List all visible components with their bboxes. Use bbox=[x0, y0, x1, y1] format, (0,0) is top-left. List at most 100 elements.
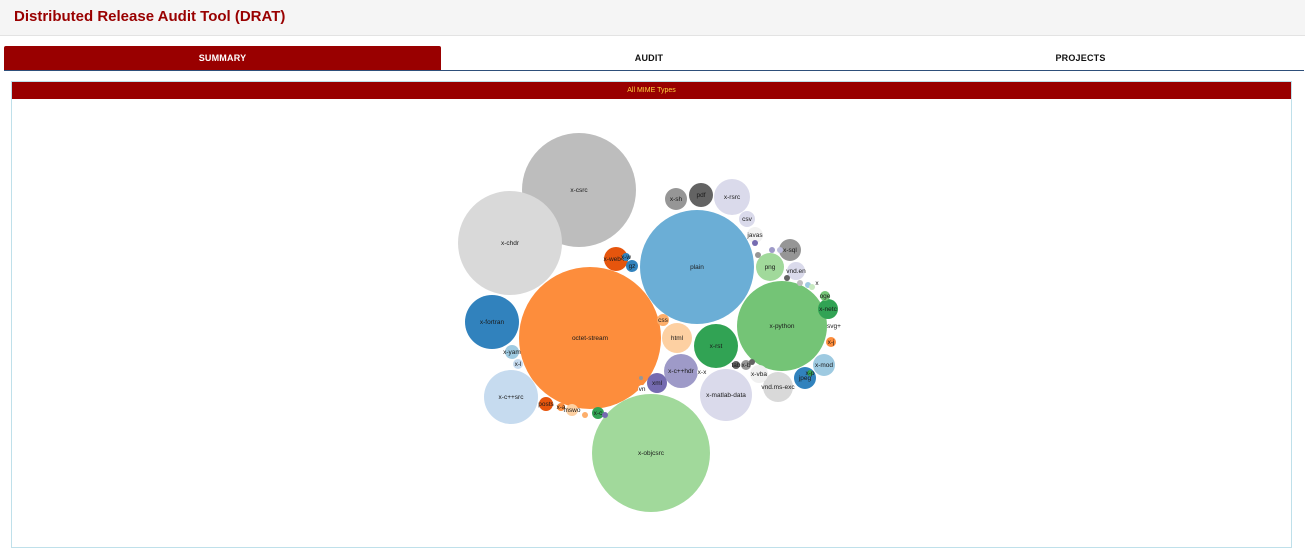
tab-projects[interactable]: PROJECTS bbox=[857, 46, 1304, 70]
bubble-unlabeled[interactable] bbox=[749, 359, 755, 365]
app-header: Distributed Release Audit Tool (DRAT) bbox=[0, 0, 1305, 36]
bubble-label: x-j bbox=[828, 339, 835, 346]
bubble-x-vba[interactable]: x-vba bbox=[750, 365, 768, 383]
bubble-label: x-netc bbox=[819, 306, 837, 313]
bubble-label: vnd.ms-exc bbox=[761, 384, 795, 391]
bubble-xml[interactable]: xml bbox=[647, 373, 667, 393]
bubble-label: pdf bbox=[696, 192, 705, 199]
bubble-circle[interactable] bbox=[639, 376, 643, 380]
bubble-x-fortran[interactable]: x-fortran bbox=[465, 295, 519, 349]
bubble-csv[interactable]: csv bbox=[739, 211, 755, 227]
bubble-x-c-hdr[interactable]: x-c++hdr bbox=[664, 354, 698, 388]
bubble-label: x-sql bbox=[783, 247, 797, 254]
bubble-x-c-src[interactable]: x-c++src bbox=[484, 370, 538, 424]
bubble-unlabeled[interactable] bbox=[809, 284, 815, 290]
mime-bubble-chart: octet-stream plain x-objcsrc x-csrc x-chdr x-… bbox=[458, 133, 841, 512]
bubble-x-p[interactable]: x-p bbox=[805, 370, 815, 377]
bubble-circle[interactable] bbox=[805, 341, 809, 345]
bubble-x-l[interactable]: x-l bbox=[513, 359, 523, 369]
bubble-tab[interactable]: tab bbox=[731, 361, 741, 369]
bubble-circle[interactable] bbox=[755, 252, 761, 258]
bubble-circle[interactable] bbox=[797, 280, 803, 286]
bubble-label: plain bbox=[690, 264, 704, 271]
mime-types-panel: All MIME Types octet-stream plain x-objcsr… bbox=[11, 81, 1292, 548]
bubble-label: x-p bbox=[805, 370, 814, 377]
bubble-label: html bbox=[671, 335, 684, 342]
bubble-x-rsrc[interactable]: x-rsrc bbox=[714, 179, 750, 215]
bubble-label: x-rst bbox=[710, 343, 723, 350]
bubble-posts[interactable]: posts bbox=[538, 397, 555, 411]
bubble-circle[interactable] bbox=[769, 247, 775, 253]
bubble-label: svg+ bbox=[827, 323, 841, 330]
bubble-x-matlab-data[interactable]: x-matlab-data bbox=[700, 369, 752, 421]
bubble-gz[interactable]: gz bbox=[626, 260, 638, 272]
bubble-circle[interactable] bbox=[809, 284, 815, 290]
bubble-unlabeled[interactable] bbox=[797, 280, 803, 286]
bubble-label: x-c++hdr bbox=[668, 368, 694, 375]
bubble-label: x-c bbox=[594, 410, 603, 417]
bubble-label: x-c++src bbox=[499, 394, 525, 401]
bubble-x-yam[interactable]: x-yam bbox=[503, 345, 521, 359]
bubble-circle[interactable] bbox=[582, 412, 588, 418]
bubble-unlabeled[interactable] bbox=[777, 247, 783, 253]
bubble-label: x-python bbox=[770, 323, 795, 330]
bubble-x-objcsrc[interactable]: x-objcsrc bbox=[592, 394, 710, 512]
bubble-plain[interactable]: plain bbox=[640, 210, 754, 324]
bubble-label: x-w bbox=[621, 254, 631, 261]
bubble-x-chdr[interactable]: x-chdr bbox=[458, 191, 562, 295]
bubble-x-j[interactable]: x-j bbox=[826, 337, 836, 347]
bubble-label: x-l bbox=[515, 361, 522, 368]
bubble-label: vnd.en bbox=[786, 268, 806, 275]
app-title: Distributed Release Audit Tool (DRAT) bbox=[14, 8, 286, 25]
bubble-unlabeled[interactable] bbox=[755, 252, 761, 258]
bubble-label: oge bbox=[820, 293, 831, 300]
bubble-label: x-vba bbox=[751, 371, 767, 378]
bubble-label: vn bbox=[639, 386, 646, 393]
bubble-png[interactable]: png bbox=[756, 253, 784, 281]
bubble-label: x-sh bbox=[670, 196, 683, 203]
bubble-circle[interactable] bbox=[784, 275, 790, 281]
bubble-unlabeled[interactable] bbox=[752, 240, 758, 246]
bubble-label: x-a bbox=[556, 404, 565, 411]
bubble-label: gz bbox=[629, 263, 636, 270]
bubble-oge[interactable]: oge bbox=[820, 291, 831, 301]
bubble-label: javas bbox=[746, 232, 763, 239]
bubble-svg[interactable]: svg+ bbox=[827, 320, 841, 332]
tab-summary[interactable]: SUMMARY bbox=[4, 46, 441, 70]
bubble-label: x-csrc bbox=[570, 187, 588, 194]
bubble-label: x-yam bbox=[503, 349, 521, 356]
bubble-x-mod[interactable]: x-mod bbox=[813, 354, 835, 376]
bubble-label: x-rsrc bbox=[724, 194, 741, 201]
bubble-circle[interactable] bbox=[602, 412, 608, 418]
bubble-html[interactable]: html bbox=[662, 323, 692, 353]
bubble-pdf[interactable]: pdf bbox=[689, 183, 713, 207]
bubble-x-a[interactable]: x-a bbox=[556, 403, 566, 411]
bubble-x-w[interactable]: x-w bbox=[621, 253, 631, 261]
bubble-x-python[interactable]: x-python bbox=[737, 281, 827, 371]
bubble-label: css bbox=[658, 317, 669, 324]
bubble-label: x-matlab-data bbox=[706, 392, 746, 399]
bubble-label: x-chdr bbox=[501, 240, 520, 247]
bubble-unlabeled[interactable] bbox=[784, 275, 790, 281]
bubble-vn[interactable]: vn bbox=[638, 385, 646, 393]
bubble-label: x-mod bbox=[815, 362, 833, 369]
bubble-label: csv bbox=[742, 216, 753, 223]
bubble-unlabeled[interactable] bbox=[602, 412, 608, 418]
bubble-x-x[interactable]: x-x bbox=[697, 367, 707, 377]
bubble-circle[interactable] bbox=[749, 359, 755, 365]
bubble-unlabeled[interactable] bbox=[769, 247, 775, 253]
bubble-unlabeled[interactable] bbox=[639, 376, 643, 380]
bubble-x-netc[interactable]: x-netc bbox=[818, 299, 838, 319]
bubble-unlabeled[interactable] bbox=[805, 341, 809, 345]
tab-bar: SUMMARY AUDIT PROJECTS bbox=[4, 46, 1304, 71]
tab-audit[interactable]: AUDIT bbox=[441, 46, 857, 70]
bubble-label: posts bbox=[538, 401, 554, 408]
bubble-x-sh[interactable]: x-sh bbox=[665, 188, 687, 210]
bubble-circle[interactable] bbox=[777, 247, 783, 253]
bubble-label: tab bbox=[731, 362, 740, 369]
bubble-unlabeled[interactable] bbox=[582, 412, 588, 418]
bubble-label: x-fortran bbox=[480, 319, 505, 326]
bubble-css[interactable]: css bbox=[657, 314, 669, 326]
bubble-x-c[interactable]: x-c bbox=[592, 407, 604, 419]
bubble-circle[interactable] bbox=[752, 240, 758, 246]
